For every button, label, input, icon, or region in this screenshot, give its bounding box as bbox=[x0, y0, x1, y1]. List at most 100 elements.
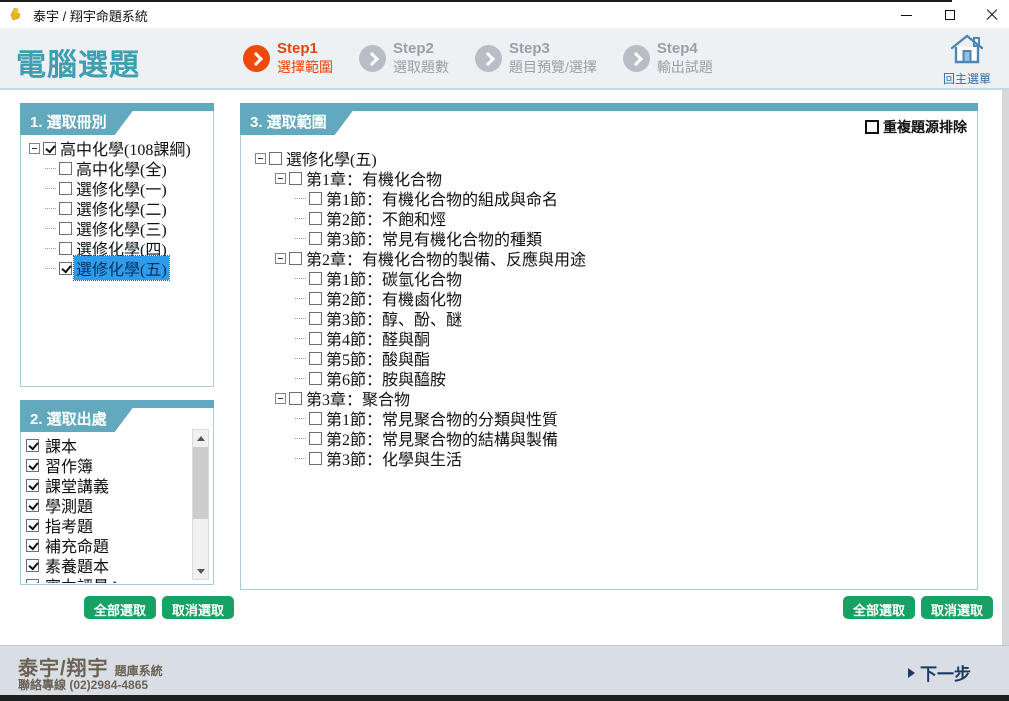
deselect-all-sources-button[interactable]: 取消選取 bbox=[162, 596, 234, 619]
tree-connector-icon bbox=[295, 418, 306, 419]
tree-item[interactable]: 第3章：聚合物 bbox=[253, 388, 971, 408]
tree-connector-icon bbox=[295, 198, 306, 199]
collapse-icon[interactable] bbox=[275, 393, 286, 404]
step-3[interactable]: Step3題目預覽/選擇 bbox=[475, 39, 597, 77]
tree-item[interactable]: 第1節：常見聚合物的分類與性質 bbox=[253, 408, 971, 428]
maximize-button[interactable] bbox=[933, 2, 967, 28]
panel-select-source: 2. 選取出處 課本習作簿課堂講義學測題指考題補充命題素養題本實力評量A bbox=[20, 400, 214, 585]
tree-item-checkbox[interactable] bbox=[43, 142, 56, 155]
source-checkbox[interactable] bbox=[26, 539, 39, 552]
step-4[interactable]: Step4輸出試題 bbox=[623, 39, 713, 77]
collapse-icon[interactable] bbox=[255, 153, 266, 164]
tree-item[interactable]: 高中化學(全) bbox=[27, 158, 207, 178]
list-item[interactable]: 補充命題 bbox=[26, 535, 191, 555]
tree-item[interactable]: 第5節：酸與酯 bbox=[253, 348, 971, 368]
list-item[interactable]: 實力評量A bbox=[26, 575, 191, 583]
step-texts: Step3題目預覽/選擇 bbox=[509, 39, 597, 77]
list-item[interactable]: 課堂講義 bbox=[26, 475, 191, 495]
next-step-button[interactable]: 下一步 bbox=[908, 660, 971, 685]
source-checkbox[interactable] bbox=[26, 479, 39, 492]
tree-item[interactable]: 選修化學(二) bbox=[27, 198, 207, 218]
list-item[interactable]: 素養題本 bbox=[26, 555, 191, 575]
tree-item-checkbox[interactable] bbox=[289, 172, 302, 185]
source-checkbox[interactable] bbox=[26, 439, 39, 452]
list-item[interactable]: 習作簿 bbox=[26, 455, 191, 475]
step-1[interactable]: Step1選擇範圍 bbox=[243, 39, 333, 77]
tree-item-checkbox[interactable] bbox=[269, 152, 282, 165]
home-menu-button[interactable]: 回主選單 bbox=[939, 34, 995, 87]
close-button[interactable] bbox=[975, 2, 1009, 28]
list-item[interactable]: 指考題 bbox=[26, 515, 191, 535]
tree-item[interactable]: 第3節：醇、酚、醚 bbox=[253, 308, 971, 328]
scroll-up-button[interactable] bbox=[193, 430, 208, 446]
minimize-icon bbox=[901, 15, 912, 16]
tree-item[interactable]: 第1節：碳氫化合物 bbox=[253, 268, 971, 288]
window-title: 泰宇 / 翔宇命題系統 bbox=[33, 6, 148, 25]
tree-item-checkbox[interactable] bbox=[309, 452, 322, 465]
source-checkbox[interactable] bbox=[26, 579, 39, 584]
home-menu-label: 回主選單 bbox=[939, 70, 995, 87]
collapse-icon[interactable] bbox=[275, 253, 286, 264]
source-checkbox[interactable] bbox=[26, 499, 39, 512]
tree-item-label[interactable]: 選修化學(五) bbox=[74, 256, 169, 280]
tree-item[interactable]: 第2節：有機鹵化物 bbox=[253, 288, 971, 308]
tree-item-checkbox[interactable] bbox=[289, 392, 302, 405]
duplicate-source-filter[interactable]: 重複題源排除 bbox=[865, 117, 967, 137]
minimize-button[interactable] bbox=[889, 2, 923, 28]
tree-item[interactable]: 第6節：胺與醯胺 bbox=[253, 368, 971, 388]
tree-item-checkbox[interactable] bbox=[59, 182, 72, 195]
tree-item-checkbox[interactable] bbox=[309, 212, 322, 225]
tree-item[interactable]: 選修化學(五) bbox=[27, 258, 207, 278]
tree-item[interactable]: 選修化學(三) bbox=[27, 218, 207, 238]
list-item[interactable]: 課本 bbox=[26, 435, 191, 455]
select-all-scope-button[interactable]: 全部選取 bbox=[843, 596, 915, 619]
step-2[interactable]: Step2選取題數 bbox=[359, 39, 449, 77]
scroll-up-icon bbox=[197, 436, 205, 441]
tree-item[interactable]: 選修化學(五) bbox=[253, 148, 971, 168]
source-checkbox[interactable] bbox=[26, 559, 39, 572]
tree-item-checkbox[interactable] bbox=[59, 162, 72, 175]
collapse-icon[interactable] bbox=[29, 143, 40, 154]
tree-item[interactable]: 第3節：化學與生活 bbox=[253, 448, 971, 468]
tree-item-checkbox[interactable] bbox=[59, 262, 72, 275]
select-all-sources-button[interactable]: 全部選取 bbox=[84, 596, 156, 619]
tree-item-checkbox[interactable] bbox=[309, 432, 322, 445]
panel-accent-strip bbox=[20, 400, 214, 408]
source-checkbox[interactable] bbox=[26, 519, 39, 532]
step-texts: Step2選取題數 bbox=[393, 39, 449, 77]
list-item[interactable]: 學測題 bbox=[26, 495, 191, 515]
tree-item-checkbox[interactable] bbox=[59, 222, 72, 235]
tree-item-checkbox[interactable] bbox=[309, 192, 322, 205]
tree-item[interactable]: 第3節：常見有機化合物的種類 bbox=[253, 228, 971, 248]
tree-item-checkbox[interactable] bbox=[309, 332, 322, 345]
tree-item[interactable]: 第1節：有機化合物的組成與命名 bbox=[253, 188, 971, 208]
tree-connector-icon bbox=[295, 458, 306, 459]
tree-item-checkbox[interactable] bbox=[309, 412, 322, 425]
tree-item-checkbox[interactable] bbox=[309, 372, 322, 385]
tree-item[interactable]: 選修化學(四) bbox=[27, 238, 207, 258]
tree-item-checkbox[interactable] bbox=[59, 242, 72, 255]
tree-item[interactable]: 選修化學(一) bbox=[27, 178, 207, 198]
tree-item-checkbox[interactable] bbox=[289, 252, 302, 265]
tree-item[interactable]: 第2章：有機化合物的製備、反應與用途 bbox=[253, 248, 971, 268]
tree-item-checkbox[interactable] bbox=[59, 202, 72, 215]
tree-item-label[interactable]: 第3節：化學與生活 bbox=[324, 446, 464, 470]
tree-item-checkbox[interactable] bbox=[309, 352, 322, 365]
tree-item-checkbox[interactable] bbox=[309, 312, 322, 325]
deselect-all-scope-button[interactable]: 取消選取 bbox=[921, 596, 993, 619]
scroll-down-button[interactable] bbox=[193, 563, 208, 579]
tree-item-checkbox[interactable] bbox=[309, 232, 322, 245]
tree-item[interactable]: 第1章：有機化合物 bbox=[253, 168, 971, 188]
tree-item[interactable]: 第2節：不飽和烴 bbox=[253, 208, 971, 228]
duplicate-source-checkbox[interactable] bbox=[865, 120, 879, 134]
collapse-icon[interactable] bbox=[275, 173, 286, 184]
scrollbar[interactable] bbox=[192, 429, 209, 580]
tree-item[interactable]: 高中化學(108課綱) bbox=[27, 138, 207, 158]
source-label: 實力評量A bbox=[43, 573, 123, 583]
tree-item[interactable]: 第2節：常見聚合物的結構與製備 bbox=[253, 428, 971, 448]
scrollbar-thumb[interactable] bbox=[193, 447, 208, 519]
tree-item-checkbox[interactable] bbox=[309, 292, 322, 305]
tree-item[interactable]: 第4節：醛與酮 bbox=[253, 328, 971, 348]
source-checkbox[interactable] bbox=[26, 459, 39, 472]
tree-item-checkbox[interactable] bbox=[309, 272, 322, 285]
